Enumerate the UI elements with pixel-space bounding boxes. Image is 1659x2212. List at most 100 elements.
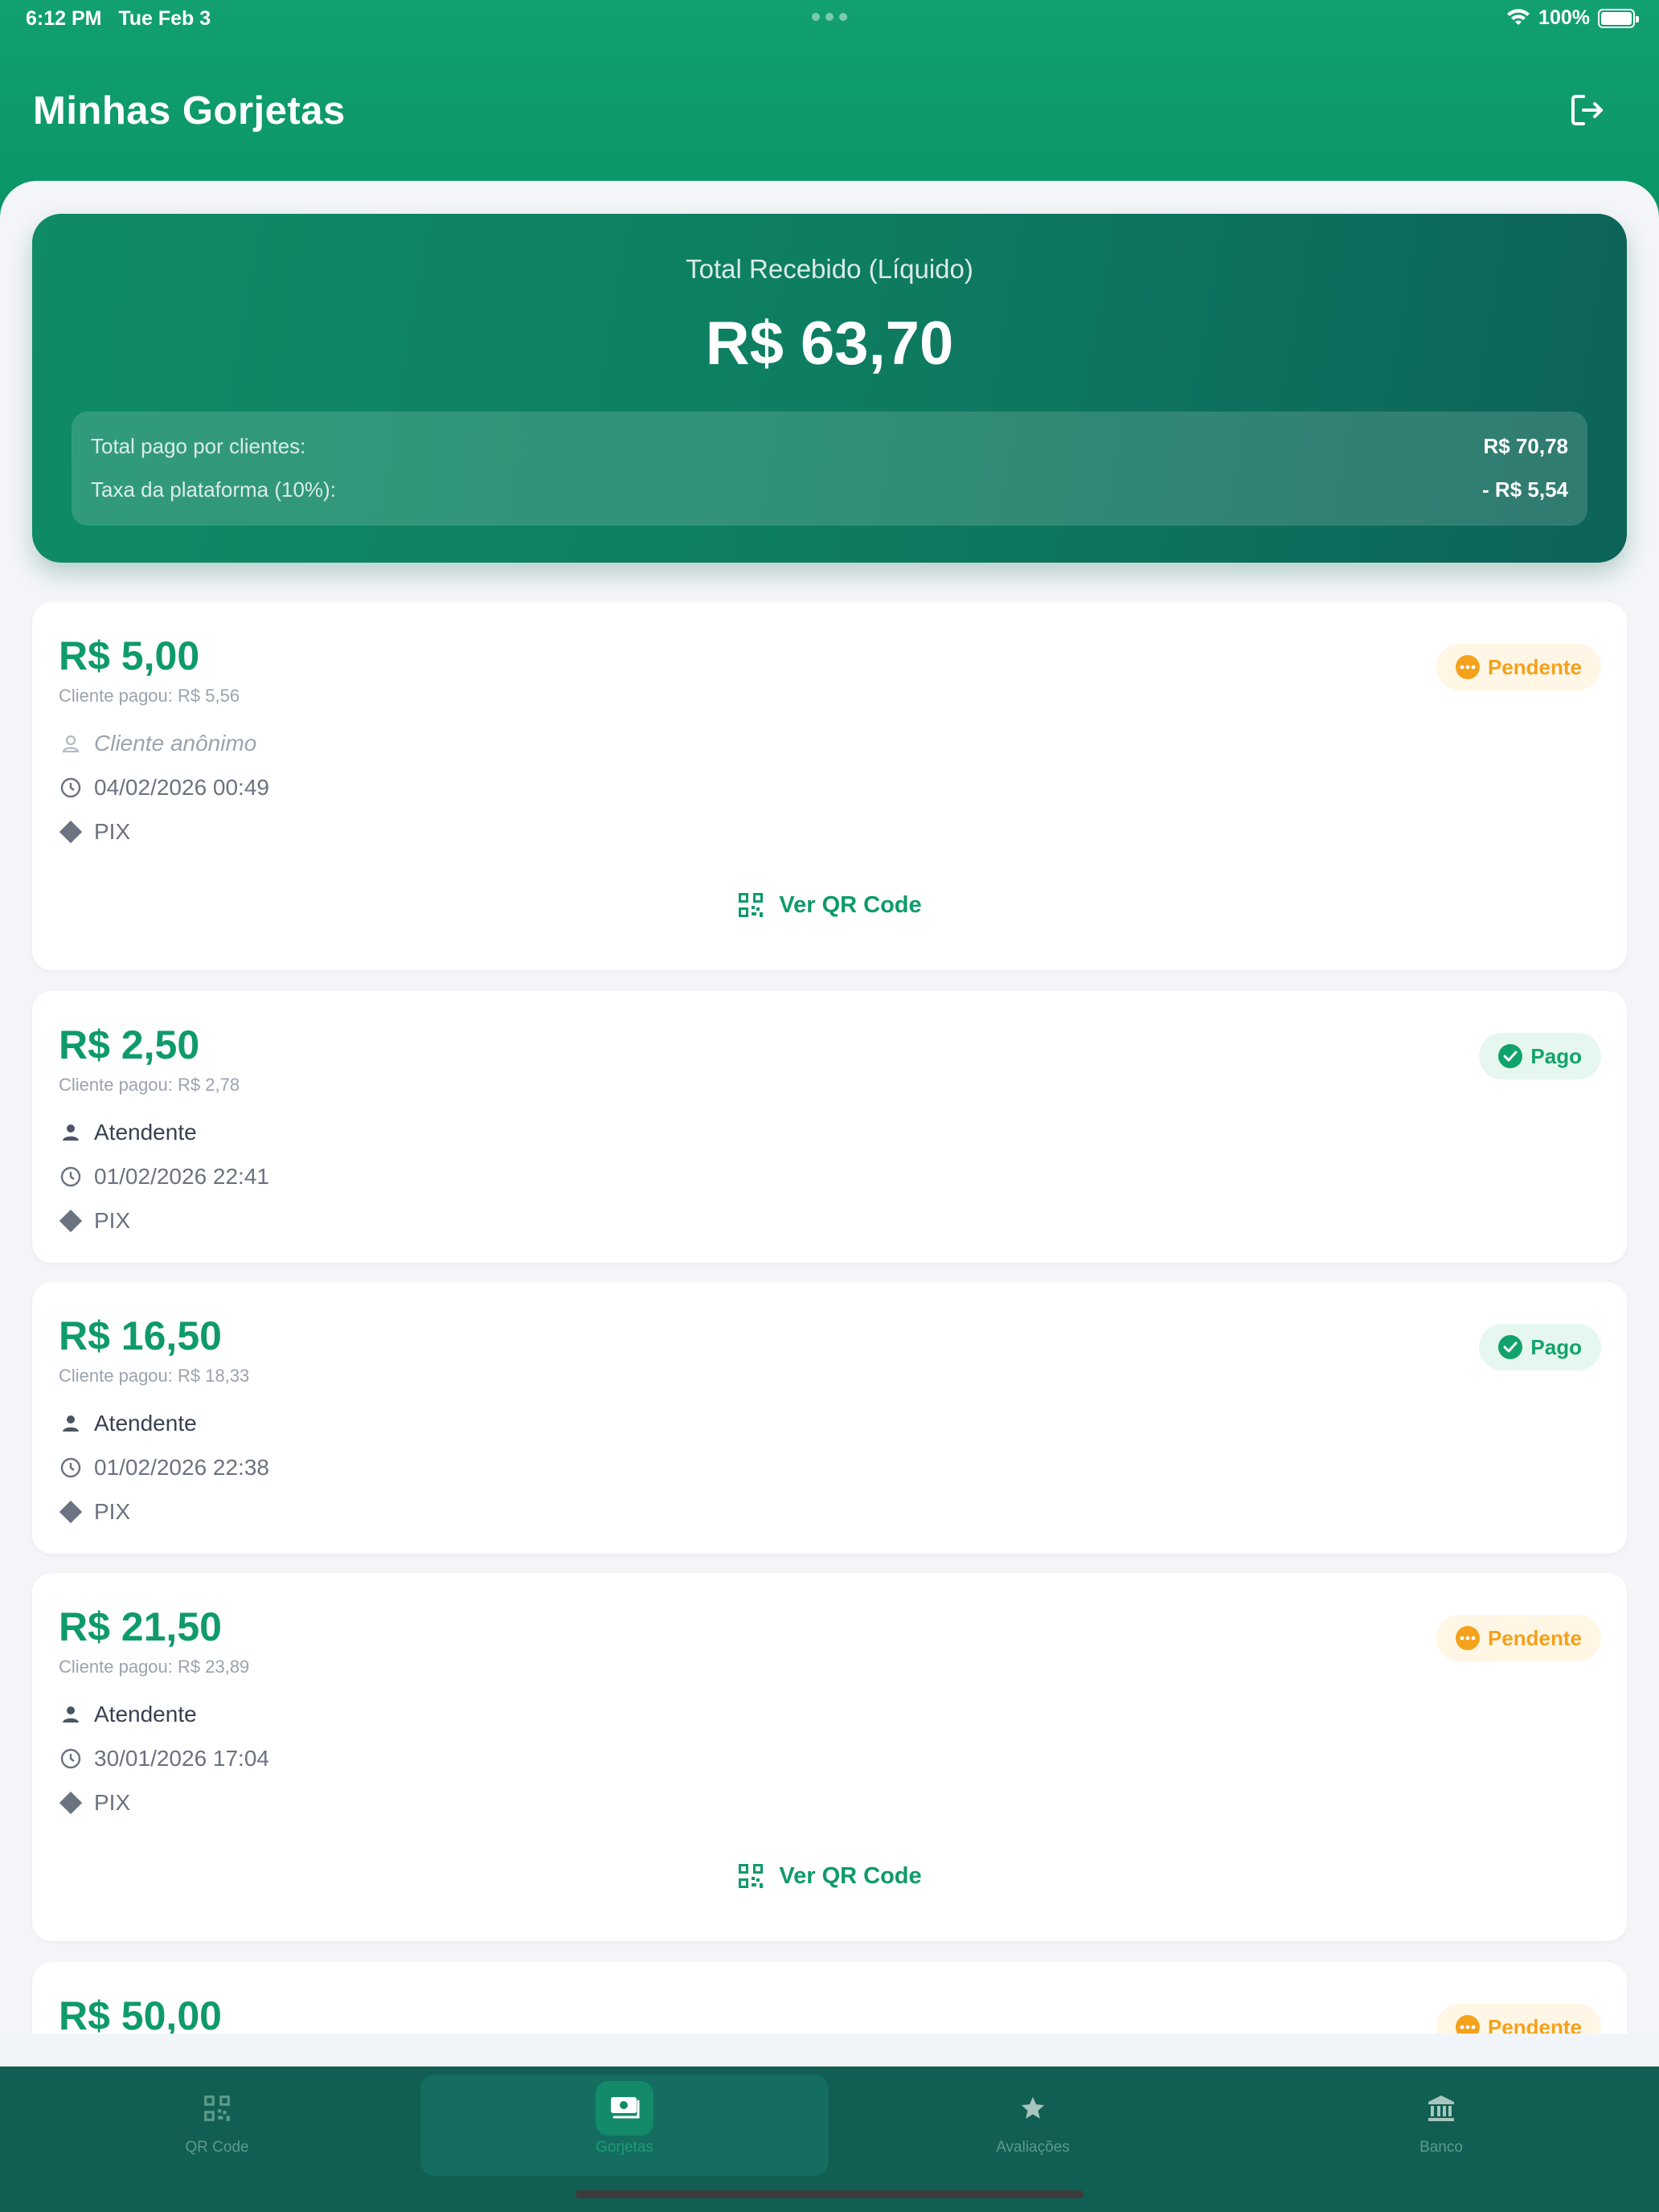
status-date-value: Tue Feb 3	[118, 7, 211, 30]
status-right: 100%	[1506, 6, 1639, 30]
tip-client-paid: Cliente pagou: R$ 18,33	[59, 1366, 250, 1386]
tip-client-paid: Cliente pagou: R$ 23,89	[59, 1657, 250, 1677]
pix-icon	[59, 1791, 83, 1815]
tip-card[interactable]: R$ 2,50 Cliente pagou: R$ 2,78 Pago Aten…	[32, 991, 1627, 1263]
status-bar: 6:12 PM Tue Feb 3 100%	[0, 0, 1659, 39]
view-qr-code-button[interactable]: Ver QR Code	[32, 891, 1627, 919]
tip-client-row: Atendente	[59, 1120, 197, 1145]
tip-method: PIX	[94, 819, 131, 844]
clock-icon	[59, 776, 83, 800]
platform-fee-value: - R$ 5,54	[1482, 477, 1568, 502]
tip-client: Atendente	[94, 1411, 197, 1436]
home-indicator[interactable]	[576, 2190, 1083, 2198]
tip-datetime: 01/02/2026 22:41	[94, 1164, 269, 1189]
pending-icon	[1455, 2015, 1480, 2034]
tip-method: PIX	[94, 1790, 131, 1815]
battery-percent: 100%	[1538, 6, 1590, 29]
person-icon	[59, 1120, 83, 1145]
wifi-icon	[1507, 8, 1530, 25]
paid-by-clients-label: Total pago por clientes:	[91, 434, 306, 458]
clock-icon	[59, 1456, 83, 1480]
tip-card[interactable]: R$ 16,50 Cliente pagou: R$ 18,33 Pago At…	[32, 1282, 1627, 1554]
paid-by-clients-value: R$ 70,78	[1483, 434, 1568, 458]
view-qr-code-button[interactable]: Ver QR Code	[32, 1862, 1627, 1890]
pix-icon	[59, 1500, 83, 1524]
tip-method-row: PIX	[59, 1499, 130, 1525]
tip-client-paid: Cliente pagou: R$ 2,78	[59, 1075, 240, 1095]
check-circle-icon	[1498, 1044, 1523, 1068]
tip-client-row: Cliente anônimo	[59, 731, 256, 756]
clock-icon	[59, 1165, 83, 1189]
tab-banco[interactable]: Banco	[1280, 2067, 1602, 2187]
paid-by-clients-row: Total pago por clientes: R$ 70,78	[91, 434, 1568, 459]
pix-icon	[59, 1209, 83, 1233]
tip-method-row: PIX	[59, 819, 130, 845]
status-badge-label: Pago	[1530, 1043, 1582, 1068]
tip-amount: R$ 5,00	[59, 633, 200, 678]
tab-label: Banco	[1419, 2139, 1463, 2156]
platform-fee-row: Taxa da plataforma (10%): - R$ 5,54	[91, 477, 1568, 502]
status-badge-label: Pago	[1530, 1334, 1582, 1359]
tip-client: Cliente anônimo	[94, 731, 257, 756]
tip-card[interactable]: R$ 21,50 Cliente pagou: R$ 23,89 Pendent…	[32, 1573, 1627, 1941]
pending-icon	[1455, 1626, 1480, 1650]
status-badge: Pago	[1479, 1324, 1601, 1370]
tip-client: Atendente	[94, 1120, 197, 1145]
qr-code-icon	[739, 893, 764, 917]
multitasking-dots-icon[interactable]	[812, 13, 847, 21]
tip-method: PIX	[94, 1499, 131, 1524]
status-badge: Pago	[1479, 1033, 1601, 1079]
person-icon	[59, 1702, 83, 1727]
platform-fee-label: Taxa da plataforma (10%):	[91, 477, 336, 502]
summary-breakdown: Total pago por clientes: R$ 70,78 Taxa d…	[72, 412, 1587, 526]
tip-datetime: 04/02/2026 00:49	[94, 775, 269, 800]
tab-qr-code[interactable]: QR Code	[56, 2067, 378, 2187]
status-badge: Pendente	[1436, 2004, 1601, 2034]
tip-method-row: PIX	[59, 1790, 130, 1816]
status-badge-label: Pendente	[1487, 2014, 1582, 2034]
status-badge: Pendente	[1436, 1615, 1601, 1661]
summary-amount: R$ 63,70	[705, 309, 954, 378]
bank-icon	[1423, 2091, 1459, 2126]
tip-client-paid: Cliente pagou: R$ 5,56	[59, 686, 240, 706]
qr-code-icon	[739, 1864, 764, 1888]
tip-datetime: 01/02/2026 22:38	[94, 1455, 269, 1480]
tip-method: PIX	[94, 1208, 131, 1233]
star-icon	[1015, 2091, 1051, 2126]
tab-label: Avaliações	[996, 2139, 1070, 2156]
qr-code-icon	[199, 2091, 235, 2126]
tip-amount: R$ 16,50	[59, 1313, 222, 1358]
summary-card: Total Recebido (Líquido) R$ 63,70 Total …	[32, 214, 1627, 563]
tip-datetime-row: 04/02/2026 00:49	[59, 775, 269, 801]
check-circle-icon	[1498, 1335, 1523, 1359]
pending-icon	[1455, 655, 1480, 679]
money-icon	[596, 2081, 653, 2136]
tip-card[interactable]: R$ 50,00 Pendente	[32, 1962, 1627, 2034]
tip-amount: R$ 50,00	[59, 1993, 222, 2034]
battery-icon	[1598, 8, 1639, 28]
status-time-value: 6:12 PM	[26, 7, 102, 30]
status-badge-label: Pendente	[1487, 1625, 1582, 1650]
logout-icon	[1571, 95, 1603, 125]
tip-datetime: 30/01/2026 17:04	[94, 1746, 269, 1771]
logout-button[interactable]	[1567, 90, 1608, 130]
person-outline-icon	[59, 731, 83, 756]
clock-icon	[59, 1747, 83, 1771]
tip-datetime-row: 01/02/2026 22:41	[59, 1164, 269, 1190]
tab-gorjetas[interactable]: Gorjetas	[464, 2067, 785, 2187]
pix-icon	[59, 820, 83, 844]
view-qr-code-label: Ver QR Code	[779, 891, 922, 918]
tip-method-row: PIX	[59, 1208, 130, 1234]
summary-label: Total Recebido (Líquido)	[686, 254, 973, 284]
tab-label: QR Code	[185, 2139, 249, 2156]
person-icon	[59, 1411, 83, 1436]
tip-client-row: Atendente	[59, 1411, 197, 1436]
status-badge: Pendente	[1436, 644, 1601, 690]
tab-avaliacoes[interactable]: Avaliações	[872, 2067, 1194, 2187]
tip-datetime-row: 30/01/2026 17:04	[59, 1746, 269, 1772]
tip-amount: R$ 21,50	[59, 1604, 222, 1649]
content-sheet: Total Recebido (Líquido) R$ 63,70 Total …	[0, 181, 1659, 2034]
tip-card[interactable]: R$ 5,00 Cliente pagou: R$ 5,56 Pendente …	[32, 602, 1627, 970]
status-badge-label: Pendente	[1487, 654, 1582, 679]
status-time: 6:12 PM Tue Feb 3	[26, 7, 211, 31]
